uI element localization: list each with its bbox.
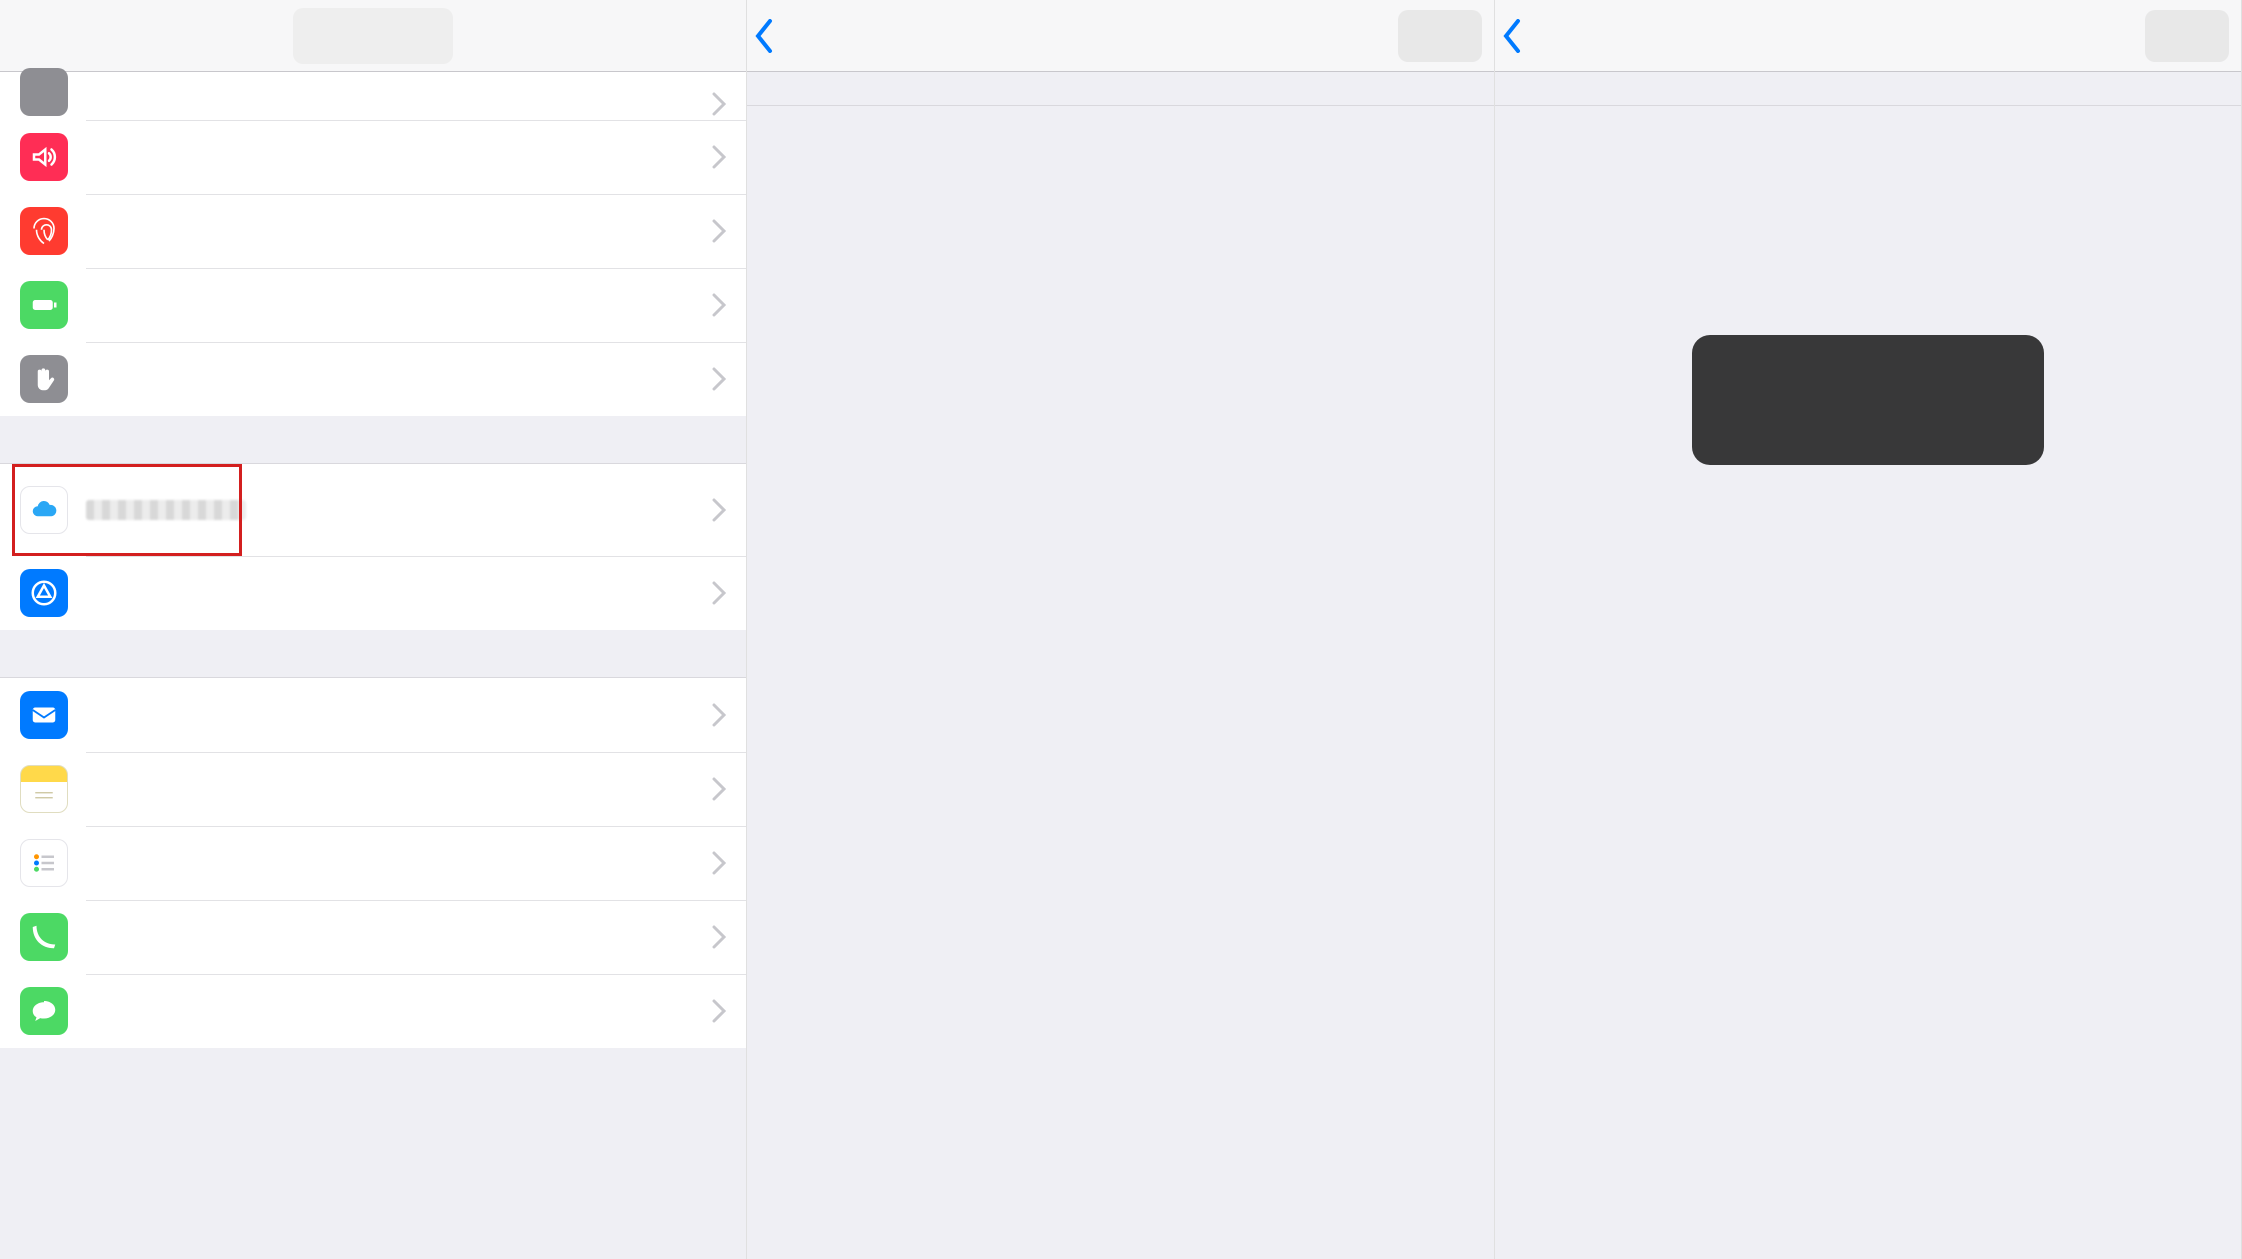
appstore-icon: [20, 569, 68, 617]
chevron-right-icon: [712, 92, 726, 116]
mail-icon: [20, 691, 68, 739]
screen-icloud-on: [1495, 0, 2242, 1259]
navbar: [1495, 0, 2241, 72]
settings-row-appstore[interactable]: [0, 556, 746, 630]
chevron-right-icon: [712, 219, 726, 243]
chevron-right-icon: [712, 703, 726, 727]
icloud-icon: [20, 486, 68, 534]
group-separator: [0, 630, 746, 678]
chevron-right-icon: [712, 498, 726, 522]
nav-title-background: [293, 8, 453, 64]
reminders-icon: [20, 839, 68, 887]
nav-back-button[interactable]: [755, 0, 779, 71]
settings-row-sounds[interactable]: [0, 120, 746, 194]
group-separator: [0, 416, 746, 464]
nav-avatar[interactable]: [2145, 10, 2229, 62]
chevron-right-icon: [712, 145, 726, 169]
chevron-right-icon: [712, 925, 726, 949]
notes-icon: [20, 765, 68, 813]
navbar: [0, 0, 746, 72]
hand-icon: [20, 355, 68, 403]
navbar: [747, 0, 1493, 72]
screen-settings: [0, 0, 747, 1259]
settings-row-battery[interactable]: [0, 268, 746, 342]
fingerprint-icon: [20, 207, 68, 255]
group-separator: [747, 72, 1493, 106]
settings-row-phone[interactable]: [0, 900, 746, 974]
chevron-right-icon: [712, 851, 726, 875]
hud-overlay: [1692, 335, 2044, 465]
settings-row-mailcontacts[interactable]: [0, 678, 746, 752]
settings-row-touchid[interactable]: [0, 194, 746, 268]
sounds-icon: [20, 133, 68, 181]
nav-avatar[interactable]: [1398, 10, 1482, 62]
chevron-right-icon: [712, 999, 726, 1023]
account-email-blurred: [86, 500, 246, 520]
settings-row-privacy[interactable]: [0, 342, 746, 416]
unknown-icon: [20, 68, 68, 116]
settings-row-partial[interactable]: [0, 72, 746, 120]
phone-icon: [20, 913, 68, 961]
nav-back-button[interactable]: [1503, 0, 1527, 71]
settings-row-icloud[interactable]: [0, 464, 746, 556]
spinner-icon: [1842, 365, 1894, 417]
battery-icon: [20, 281, 68, 329]
chevron-right-icon: [712, 581, 726, 605]
messages-icon: [20, 987, 68, 1035]
chevron-right-icon: [712, 777, 726, 801]
chevron-right-icon: [712, 293, 726, 317]
settings-row-messages[interactable]: [0, 974, 746, 1048]
settings-row-reminders[interactable]: [0, 826, 746, 900]
group-separator: [1495, 72, 2241, 106]
settings-row-notes[interactable]: [0, 752, 746, 826]
screen-icloud-off: [747, 0, 1494, 1259]
chevron-right-icon: [712, 367, 726, 391]
